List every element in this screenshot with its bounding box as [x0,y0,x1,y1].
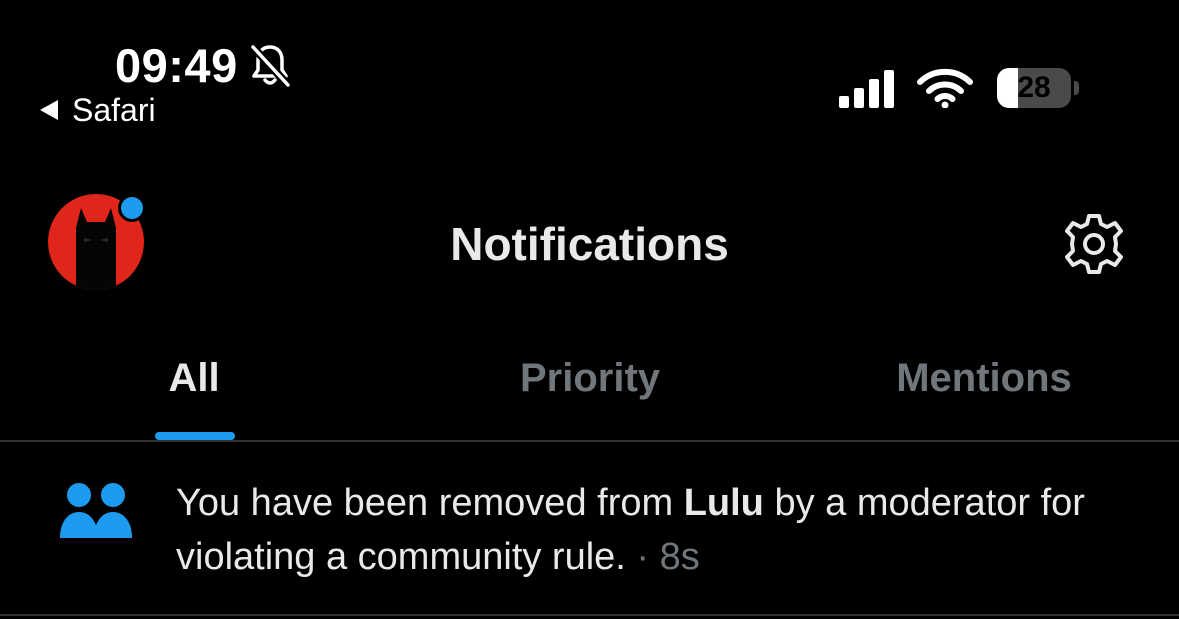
status-time: 09:49 [115,39,238,92]
notification-text-before: You have been removed from [176,482,684,524]
battery-icon: 28 [997,66,1079,110]
tab-all[interactable]: All [96,348,292,408]
active-tab-indicator [155,432,235,440]
page-title: Notifications [450,218,729,270]
gear-icon[interactable] [1060,210,1128,278]
back-triangle-icon [40,100,58,120]
notification-timestamp: 8s [659,536,700,578]
notification-tabs: All Priority Mentions [0,330,1179,442]
status-bar: 09:49 Safari 28 [0,0,1179,140]
status-time-group: 09:49 [115,38,292,94]
tab-mentions[interactable]: Mentions [834,348,1134,408]
back-to-app-button[interactable]: Safari [38,90,156,130]
app-header: Notifications [0,180,1179,300]
back-app-label: Safari [72,92,156,128]
community-name-link[interactable]: Lulu [684,482,764,524]
notification-separator: · [625,536,660,578]
wifi-icon [917,68,973,108]
battery-percentage: 28 [1017,71,1051,104]
tab-priority[interactable]: Priority [440,348,740,408]
bell-slash-icon [248,43,292,89]
cellular-signal-icon [839,70,894,108]
notification-text: You have been removed from Lulu by a mod… [176,476,1156,584]
status-indicators: 28 [837,66,1079,110]
list-item[interactable]: You have been removed from Lulu by a mod… [0,442,1179,616]
community-people-icon [60,483,132,538]
